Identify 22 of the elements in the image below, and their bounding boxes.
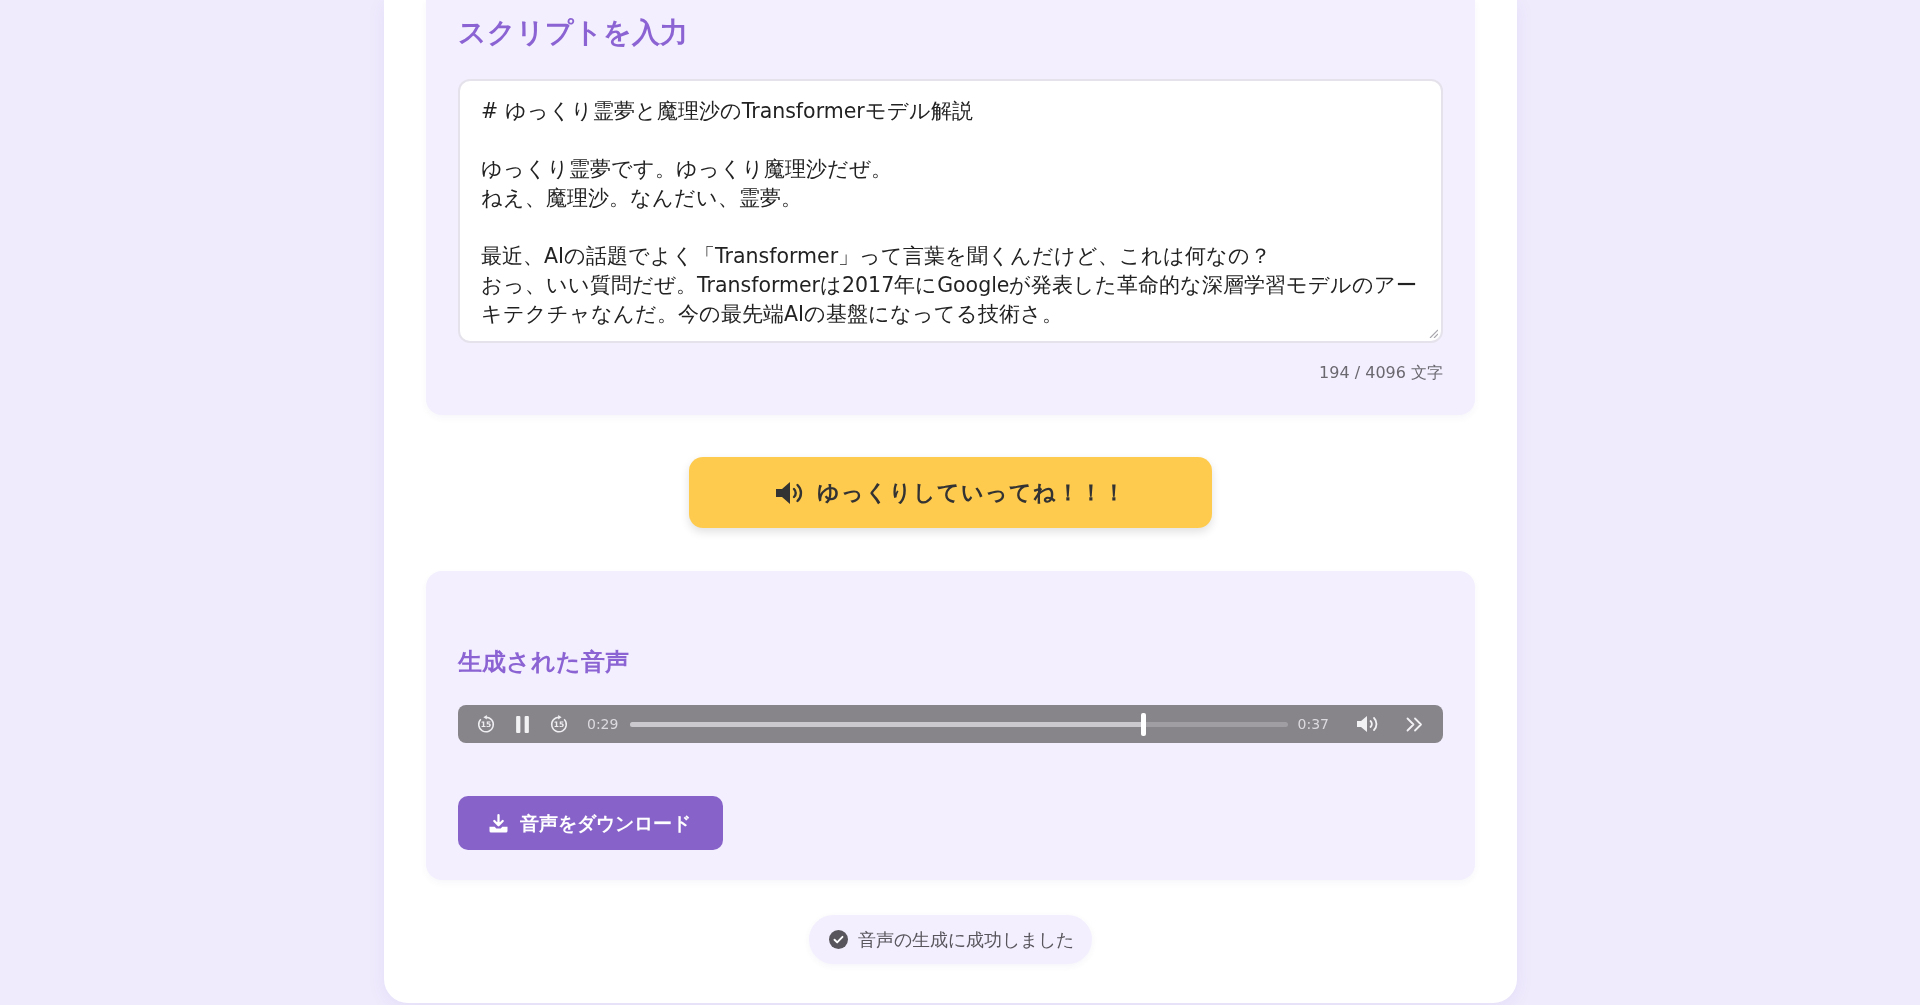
volume-icon[interactable] <box>1356 715 1379 733</box>
download-button[interactable]: 音声をダウンロード <box>458 796 723 850</box>
script-textarea[interactable]: # ゆっくり霊夢と魔理沙のTransformerモデル解説 ゆっくり霊夢です。ゆっくり魔理沙だぜ。 ねえ、魔理沙。なんだい、霊夢。 最近、AIの話題でよく「Transformer」って言葉を聞くんだけど、これは何なの？ おっ、いい質問だぜ。Transformerは2017年にGoogleが発表した革命的な深層学習モデルのアーキテクチャなんだ。今の最先端AIの基盤になってる技術さ。 <box>458 79 1443 343</box>
character-count: 194 / 4096 文字 <box>1319 363 1443 383</box>
section-title: 生成された音声 <box>458 647 629 677</box>
resize-handle-icon[interactable] <box>1428 328 1438 338</box>
double-chevron-icon[interactable] <box>1406 716 1423 732</box>
speaker-icon <box>775 480 803 505</box>
text-line: おっ、いい質問だぜ。Transformerは2017年にGoogleが発表した革命的な深層学習モデルのアーキテクチャなんだ。今の最先端AIの基盤になってる技術さ。 <box>481 272 1419 328</box>
duration-time: 0:37 <box>1297 715 1329 733</box>
status-text: 音声の生成に成功しました <box>858 928 1074 951</box>
section-title: スクリプトを入力 <box>458 16 688 50</box>
check-circle-icon <box>829 930 848 949</box>
elapsed-time: 0:29 <box>587 715 619 733</box>
pause-icon[interactable] <box>516 715 529 733</box>
text-line: ねえ、魔理沙。なんだい、霊夢。 <box>481 185 802 212</box>
text-line: ゆっくり霊夢です。ゆっくり魔理沙だぜ。 <box>481 156 892 183</box>
download-icon <box>489 813 508 833</box>
seek-bar-thumb[interactable] <box>1141 712 1146 736</box>
text-line: 最近、AIの話題でよく「Transformer」って言葉を聞くんだけど、これは何なの？ <box>481 243 1272 270</box>
generate-voice-button[interactable]: ゆっくりしていってね！！！ <box>689 457 1212 528</box>
text-line: # ゆっくり霊夢と魔理沙のTransformerモデル解説 <box>481 98 973 125</box>
